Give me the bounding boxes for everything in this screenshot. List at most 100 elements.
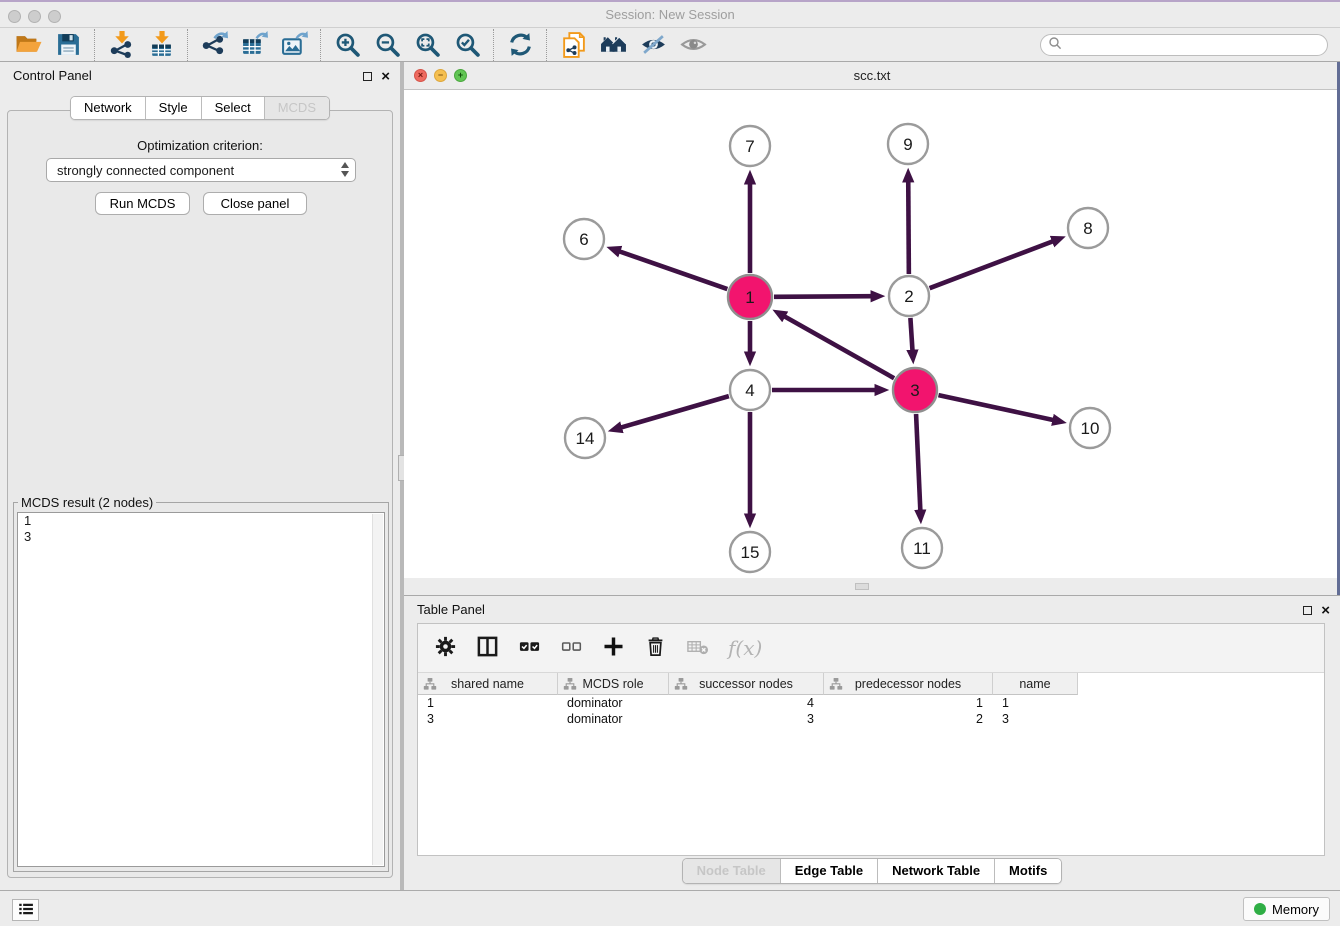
graph-node-4[interactable]: 4 [730, 370, 770, 410]
table-row[interactable]: 3dominator323 [418, 711, 1324, 727]
close-network-button[interactable]: × [414, 69, 427, 82]
tab-network[interactable]: Network [71, 97, 146, 119]
cell-mcds-role: dominator [558, 695, 669, 711]
minimize-network-button[interactable]: − [434, 69, 447, 82]
save-session-button[interactable] [48, 30, 88, 60]
toolbar-separator [546, 29, 547, 61]
search-icon [1048, 36, 1062, 55]
export-network-button[interactable] [194, 30, 234, 60]
maximize-network-button[interactable]: + [454, 69, 467, 82]
close-panel-icon[interactable]: × [381, 69, 390, 84]
graph-node-7[interactable]: 7 [730, 126, 770, 166]
minimize-window-button[interactable] [28, 10, 41, 23]
graph-node-6[interactable]: 6 [564, 219, 604, 259]
column-header-label: successor nodes [699, 677, 793, 691]
search-box[interactable] [1040, 34, 1328, 56]
criterion-dropdown[interactable]: strongly connected component [46, 158, 356, 182]
graph-edge-2-3[interactable] [910, 318, 912, 352]
import-network-from-file-button[interactable] [101, 30, 141, 60]
graph-edge-3-1[interactable] [783, 316, 894, 379]
open-session-button[interactable] [8, 30, 48, 60]
graph-edge-3-11[interactable] [916, 414, 920, 512]
graph-edge-2-8[interactable] [930, 241, 1055, 288]
result-scrollbar[interactable] [372, 514, 383, 865]
eye-slash-icon [640, 31, 667, 58]
mcds-result-box[interactable]: 13 [17, 512, 385, 867]
unselect-all-columns-button[interactable] [560, 635, 583, 661]
column-header-predecessor-nodes[interactable]: predecessor nodes [824, 673, 993, 695]
close-window-button[interactable] [8, 10, 21, 23]
graph-node-14[interactable]: 14 [565, 418, 605, 458]
close-panel-button[interactable]: Close panel [203, 192, 307, 215]
float-panel-icon[interactable] [363, 72, 372, 81]
tree-icon [563, 677, 577, 694]
table-tabs: Node TableEdge TableNetwork TableMotifs [404, 858, 1340, 884]
hide-selected-button[interactable] [633, 30, 673, 60]
graph-edge-2-9[interactable] [908, 180, 909, 274]
tab-mcds[interactable]: MCDS [265, 97, 329, 119]
select-all-columns-button[interactable] [518, 635, 541, 661]
window-titlebar: Session: New Session [0, 0, 1340, 28]
graph-node-1[interactable]: 1 [728, 275, 772, 319]
column-header-name[interactable]: name [993, 673, 1078, 695]
tab-network-table[interactable]: Network Table [878, 859, 995, 883]
zoom-in-button[interactable] [327, 30, 367, 60]
zoom-fit-content-button[interactable] [407, 30, 447, 60]
graph-node-9[interactable]: 9 [888, 124, 928, 164]
graph-edge-3-10[interactable] [938, 395, 1054, 420]
graph-node-11[interactable]: 11 [902, 528, 942, 568]
zoom-in-icon [334, 31, 361, 58]
houses-icon [600, 31, 627, 58]
zoom-out-button[interactable] [367, 30, 407, 60]
graph-node-2[interactable]: 2 [889, 276, 929, 316]
import-table-from-file-button[interactable] [141, 30, 181, 60]
graph-edge-1-2[interactable] [774, 296, 873, 297]
show-column-button[interactable] [476, 635, 499, 661]
memory-button[interactable]: Memory [1243, 897, 1330, 921]
tab-select[interactable]: Select [202, 97, 265, 119]
column-header-mcds-role[interactable]: MCDS role [558, 673, 669, 695]
run-mcds-button[interactable]: Run MCDS [95, 192, 190, 215]
float-table-panel-icon[interactable] [1303, 606, 1312, 615]
function-builder-button: f(x) [728, 636, 762, 660]
delete-columns-button[interactable] [644, 635, 667, 661]
close-table-panel-icon[interactable]: × [1321, 603, 1330, 618]
column-header-successor-nodes[interactable]: successor nodes [669, 673, 824, 695]
column-header-shared-name[interactable]: shared name [418, 673, 558, 695]
columns-icon [476, 635, 499, 661]
table-panel-title: Table Panel [417, 602, 485, 617]
search-input[interactable] [1066, 36, 1327, 54]
import-network-icon [108, 31, 135, 58]
apply-preferred-layout-button[interactable] [500, 30, 540, 60]
create-new-column-button[interactable] [602, 635, 625, 661]
graph-edge-1-6[interactable] [618, 251, 727, 289]
export-table-button[interactable] [234, 30, 274, 60]
graph-node-8[interactable]: 8 [1068, 208, 1108, 248]
toolbar-separator [493, 29, 494, 61]
graph-node-3[interactable]: 3 [893, 368, 937, 412]
cell-shared-name: 3 [418, 711, 558, 727]
export-image-button[interactable] [274, 30, 314, 60]
network-canvas[interactable]: 7 9 6 8 1 2 4 3 14 10 15 11 [404, 90, 1340, 578]
tab-edge-table[interactable]: Edge Table [781, 859, 878, 883]
column-header-label: MCDS role [582, 677, 643, 691]
first-neighbors-button[interactable] [593, 30, 633, 60]
application-window: Session: New Session Control Panel × Net… [0, 0, 1340, 926]
tab-node-table[interactable]: Node Table [683, 859, 781, 883]
show-all-button[interactable] [673, 30, 713, 60]
save-icon [56, 32, 81, 57]
canvas-resize-grip[interactable] [855, 583, 869, 590]
table-row[interactable]: 1dominator411 [418, 695, 1324, 711]
task-history-button[interactable] [12, 899, 39, 921]
table-options-button[interactable] [434, 635, 457, 661]
graph-edge-4-14[interactable] [620, 396, 729, 428]
svg-text:3: 3 [910, 381, 919, 400]
new-network-from-selection-button[interactable] [553, 30, 593, 60]
maximize-window-button[interactable] [48, 10, 61, 23]
main-toolbar [0, 28, 1340, 62]
zoom-selected-button[interactable] [447, 30, 487, 60]
graph-node-10[interactable]: 10 [1070, 408, 1110, 448]
graph-node-15[interactable]: 15 [730, 532, 770, 572]
tab-motifs[interactable]: Motifs [995, 859, 1061, 883]
tab-style[interactable]: Style [146, 97, 202, 119]
